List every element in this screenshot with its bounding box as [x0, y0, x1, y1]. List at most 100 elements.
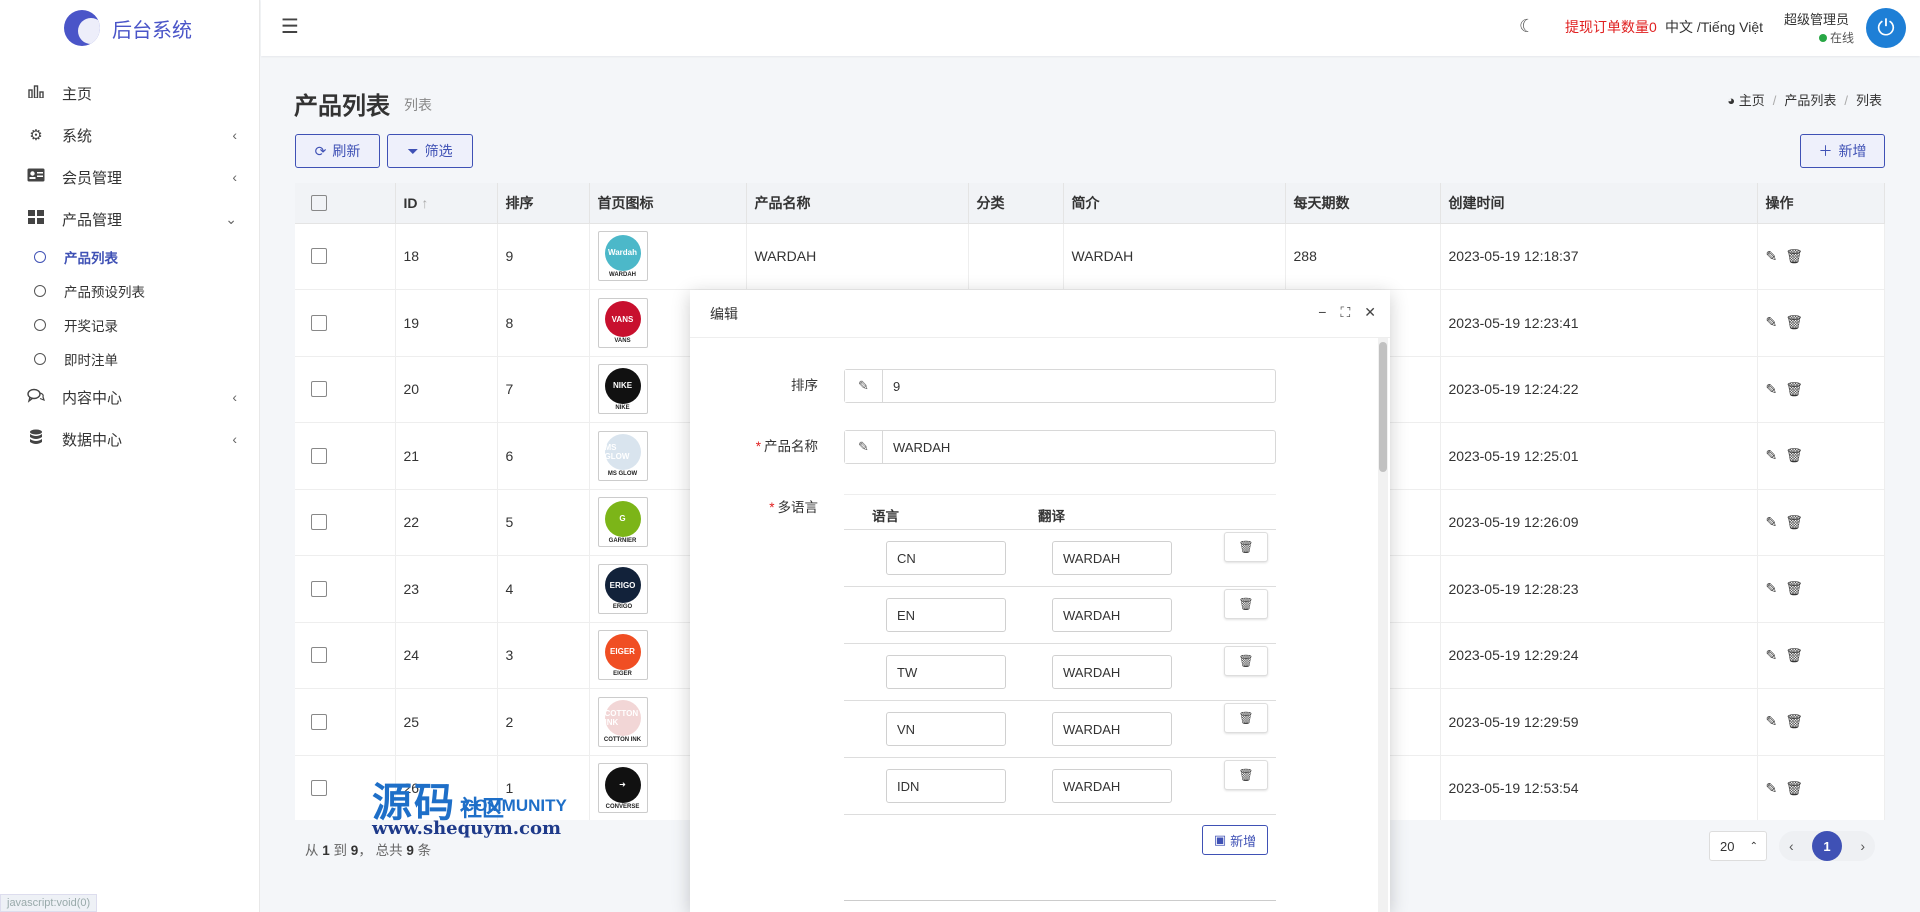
sidebar-item-content[interactable]: 内容中心 ‹: [0, 376, 259, 418]
edit-icon[interactable]: ✎: [1766, 713, 1786, 729]
product-logo[interactable]: VANS VANS: [597, 297, 648, 348]
power-icon[interactable]: ⏻: [1866, 8, 1906, 48]
product-logo[interactable]: Wardah WARDAH: [597, 231, 648, 282]
edit-icon[interactable]: ✎: [1766, 647, 1786, 663]
range-to: 9: [350, 843, 359, 858]
trash-icon[interactable]: 🗑: [1785, 381, 1811, 397]
sidebar-item-data[interactable]: 数据中心 ‹: [0, 418, 259, 460]
add-button[interactable]: ＋ 新增: [1800, 134, 1885, 168]
edit-icon[interactable]: ✎: [1766, 580, 1786, 596]
sidebar-item-label: 会员管理: [62, 169, 123, 187]
language-code-input[interactable]: EN: [886, 598, 1006, 632]
product-logo[interactable]: MS GLOW MS GLOW: [597, 430, 648, 481]
sidebar-subitem-product-preset[interactable]: 产品预设列表: [0, 274, 259, 308]
brand[interactable]: 后台系统: [0, 0, 259, 56]
edit-icon[interactable]: ✎: [1766, 447, 1786, 463]
prev-page-icon[interactable]: ‹: [1789, 838, 1794, 854]
cell-created: 2023-05-19 12:28:23: [1440, 555, 1758, 623]
trash-icon[interactable]: 🗑: [1785, 713, 1811, 729]
user-status: 在线: [1819, 29, 1854, 46]
sidebar-item-home[interactable]: 主页: [0, 72, 259, 114]
minimize-icon[interactable]: −: [1318, 304, 1326, 321]
brand-logo-icon: [64, 10, 100, 46]
translation-input[interactable]: WARDAH: [1052, 598, 1172, 632]
edit-icon[interactable]: ✎: [1766, 780, 1786, 796]
trash-icon[interactable]: 🗑: [1785, 780, 1811, 796]
maximize-icon[interactable]: ⛶: [1340, 304, 1350, 321]
product-logo-caption: EIGER: [613, 670, 632, 677]
product-logo-caption: VANS: [614, 338, 631, 345]
row-checkbox[interactable]: [311, 780, 327, 797]
next-page-icon[interactable]: ›: [1860, 838, 1865, 854]
row-checkbox[interactable]: [311, 381, 327, 398]
language-code-input[interactable]: CN: [886, 541, 1006, 575]
breadcrumb-home[interactable]: 主页: [1739, 93, 1765, 108]
language-code-input[interactable]: TW: [886, 655, 1006, 689]
chevron-left-icon: ‹: [232, 389, 237, 405]
sidebar-subitem-product-list[interactable]: 产品列表: [0, 240, 259, 274]
row-checkbox[interactable]: [311, 514, 327, 531]
close-icon[interactable]: ✕: [1364, 304, 1376, 321]
edit-icon[interactable]: ✎: [1766, 381, 1786, 397]
name-input[interactable]: ✎ WARDAH: [844, 430, 1276, 464]
delete-language-button[interactable]: 🗑: [1224, 703, 1268, 733]
sidebar-item-system[interactable]: ⚙ 系统 ‹: [0, 114, 259, 156]
trash-icon[interactable]: 🗑: [1785, 314, 1811, 330]
delete-language-button[interactable]: 🗑: [1224, 589, 1268, 619]
product-logo[interactable]: G GARNIER: [597, 497, 648, 548]
translation-input[interactable]: WARDAH: [1052, 769, 1172, 803]
watermark-community: COMMUNITY: [462, 796, 567, 815]
moon-icon[interactable]: ☾: [1519, 16, 1535, 37]
language-code-input[interactable]: VN: [886, 712, 1006, 746]
trash-icon[interactable]: 🗑: [1785, 447, 1811, 463]
row-select-cell: [295, 555, 396, 623]
sidebar-subitem-draw-records[interactable]: 开奖记录: [0, 308, 259, 342]
breadcrumb-product-list[interactable]: 产品列表: [1784, 93, 1836, 108]
trash-icon[interactable]: 🗑: [1785, 514, 1811, 530]
cell-actions: ✎🗑: [1757, 422, 1885, 490]
product-logo[interactable]: NIKE NIKE: [597, 364, 648, 415]
row-checkbox[interactable]: [311, 580, 327, 597]
trash-icon[interactable]: 🗑: [1785, 647, 1811, 663]
delete-language-button[interactable]: 🗑: [1224, 646, 1268, 676]
product-logo[interactable]: ERIGO ERIGO: [597, 563, 648, 614]
sidebar-item-products[interactable]: 产品管理 ⌄: [0, 198, 259, 240]
topbar: ☰ ☾ 提现订单数量0 中文 /Tiếng Việt 超级管理员 在线 ⏻: [261, 0, 1920, 56]
row-checkbox[interactable]: [311, 713, 327, 730]
cell-created: 2023-05-19 12:25:01: [1440, 422, 1758, 490]
row-checkbox[interactable]: [311, 447, 327, 464]
edit-icon[interactable]: ✎: [1766, 314, 1786, 330]
sort-input[interactable]: ✎ 9: [844, 369, 1276, 403]
current-page-button[interactable]: 1: [1812, 831, 1842, 861]
sidebar-subitem-live-bets[interactable]: 即时注单: [0, 342, 259, 376]
product-logo[interactable]: EIGER EIGER: [597, 630, 648, 681]
language-code-input[interactable]: IDN: [886, 769, 1006, 803]
sidebar-item-members[interactable]: 会员管理 ‹: [0, 156, 259, 198]
product-logo[interactable]: COTTON INK COTTON INK: [597, 696, 648, 747]
add-language-button[interactable]: ▣ 新增: [1202, 825, 1268, 855]
edit-icon[interactable]: ✎: [1766, 248, 1786, 264]
trash-icon[interactable]: 🗑: [1785, 580, 1811, 596]
product-logo[interactable]: ➜ CONVERSE: [597, 763, 648, 814]
translation-input[interactable]: WARDAH: [1052, 655, 1172, 689]
language-switcher[interactable]: 中文 /Tiếng Việt: [1665, 17, 1763, 37]
withdraw-orders-link[interactable]: 提现订单数量0: [1565, 17, 1657, 37]
translation-input[interactable]: WARDAH: [1052, 712, 1172, 746]
trash-icon[interactable]: 🗑: [1785, 248, 1811, 264]
row-select-cell: [295, 622, 396, 689]
translation-input[interactable]: WARDAH: [1052, 541, 1172, 575]
edit-icon[interactable]: ✎: [1766, 514, 1786, 530]
row-checkbox[interactable]: [311, 314, 327, 331]
filter-button[interactable]: ⏷ 筛选: [387, 134, 473, 168]
refresh-button[interactable]: ⟳ 刷新: [295, 134, 380, 168]
select-all-checkbox[interactable]: [311, 194, 327, 211]
hamburger-menu-icon[interactable]: ☰: [281, 14, 299, 39]
delete-language-button[interactable]: 🗑: [1224, 760, 1268, 790]
modal-scrollbar-thumb[interactable]: [1379, 342, 1387, 472]
page-size-select[interactable]: 20 ⌃: [1709, 831, 1767, 861]
row-checkbox[interactable]: [311, 647, 327, 664]
column-header-id[interactable]: ID ↑: [395, 183, 498, 224]
user-name[interactable]: 超级管理员: [1784, 9, 1849, 28]
row-checkbox[interactable]: [311, 248, 327, 265]
delete-language-button[interactable]: 🗑: [1224, 532, 1268, 562]
